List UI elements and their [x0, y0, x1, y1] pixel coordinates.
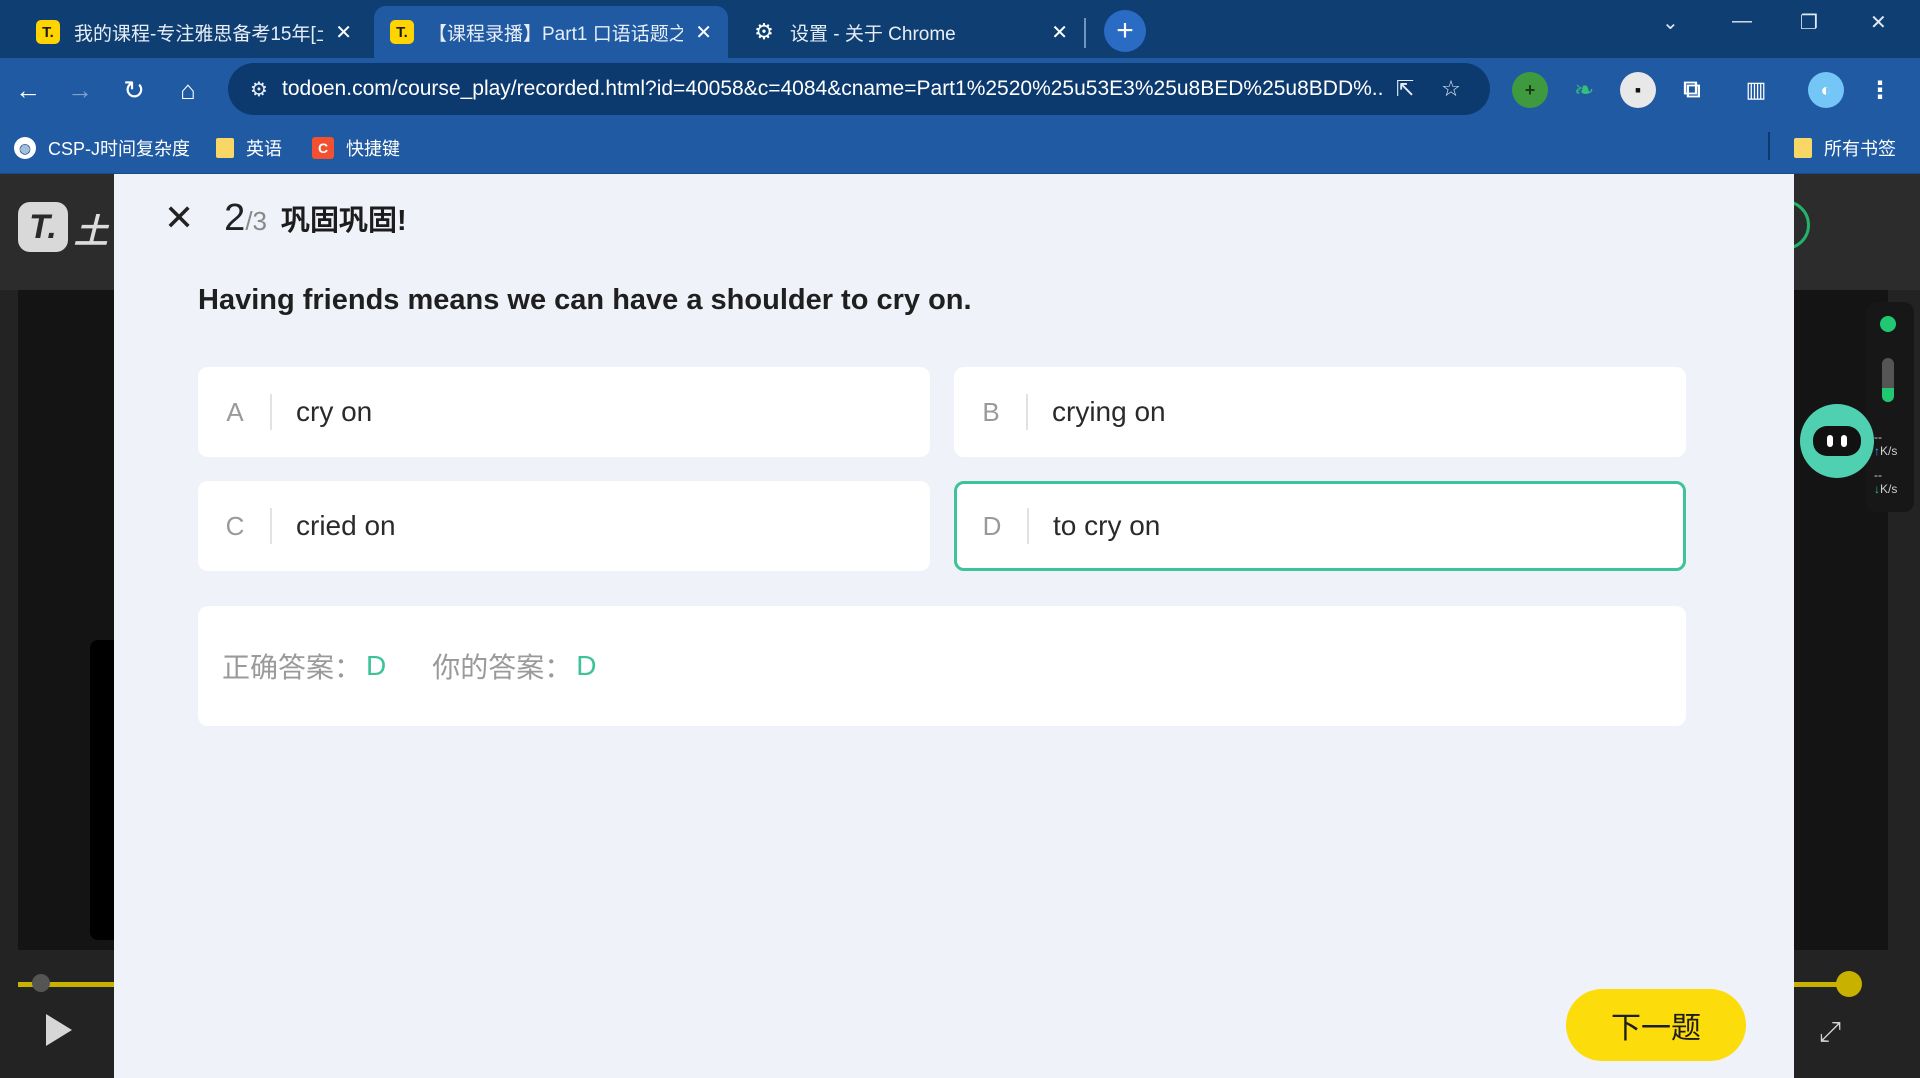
option-letter: C [225, 510, 245, 541]
question-sentence: Having friends means we can have a shoul… [198, 284, 972, 316]
bookmark-divider [1768, 132, 1770, 160]
option-text: cry on [296, 396, 373, 427]
forward-icon[interactable]: → [60, 70, 100, 110]
quiz-modal: ✕ 2 /3 巩固巩固! Having friends means we can… [114, 174, 1794, 1078]
status-dot-icon [1880, 316, 1896, 332]
tab-close-icon[interactable]: ✕ [335, 20, 352, 45]
bookmark-label: 快捷键 [346, 139, 400, 159]
upload-speed-unit: K/s [1880, 444, 1898, 458]
level-bar [1882, 358, 1894, 402]
todoen-favicon-icon: T. [390, 20, 414, 44]
option-divider [270, 508, 272, 544]
option-divider [270, 394, 272, 430]
todoen-logo: T. [18, 202, 68, 252]
extension-robot-icon[interactable]: ▪ [1620, 72, 1656, 108]
site-info-icon[interactable]: ⚙ [236, 77, 282, 102]
tab-divider [1084, 18, 1086, 48]
bookmark-shortcuts[interactable]: C 快捷键 [312, 134, 400, 162]
bookmark-folder-english[interactable]: 英语 [216, 134, 282, 162]
quiz-header: ✕ 2 /3 巩固巩固! [164, 196, 407, 240]
progress-start-handle[interactable] [32, 974, 50, 992]
quiz-title: 巩固巩固! [281, 205, 407, 237]
folder-icon [216, 138, 234, 158]
upload-speed: -- ↑K/s [1874, 430, 1897, 458]
bookmark-star-icon[interactable]: ☆ [1428, 76, 1474, 102]
share-icon[interactable]: ⇱ [1382, 76, 1428, 102]
tab-title: 我的课程-专注雅思备考15年[土 [74, 23, 324, 45]
profile-avatar-icon[interactable]: ◐ [1808, 72, 1844, 108]
option-divider [1026, 394, 1028, 430]
fullscreen-icon[interactable]: ⤢ [1814, 1016, 1846, 1048]
your-answer-value: D [576, 650, 597, 681]
all-bookmarks-folder[interactable]: 所有书签 [1794, 134, 1896, 162]
download-speed-unit: K/s [1880, 482, 1898, 496]
extension-leaf-icon[interactable]: ❧ [1566, 72, 1602, 108]
answer-result: 正确答案： D 你的答案： D [198, 606, 1686, 726]
correct-answer-label: 正确答案： [222, 652, 363, 683]
c-logo-icon: C [312, 137, 334, 159]
option-divider [1027, 508, 1029, 544]
url-text[interactable]: todoen.com/course_play/recorded.html?id=… [282, 77, 1382, 101]
option-c[interactable]: C cried on [198, 481, 930, 571]
robot-eye [1827, 435, 1833, 447]
download-speed: -- ↓K/s [1874, 468, 1897, 496]
todoen-favicon-icon: T. [36, 20, 60, 44]
robot-face [1813, 426, 1861, 456]
reload-icon[interactable]: ↻ [114, 70, 154, 110]
tab-my-courses[interactable]: T. 我的课程-专注雅思备考15年[土 ✕ [20, 6, 368, 58]
option-letter: A [226, 396, 244, 427]
folder-icon [1794, 138, 1812, 158]
tab-title: 设置 - 关于 Chrome [790, 23, 956, 45]
address-bar[interactable]: ⚙ todoen.com/course_play/recorded.html?i… [228, 63, 1490, 115]
window-close-icon[interactable]: ✕ [1870, 10, 1887, 35]
new-tab-button[interactable]: + [1104, 10, 1146, 52]
correct-answer-value: D [366, 650, 387, 681]
restore-icon[interactable]: ❐ [1800, 10, 1818, 35]
tab-title: 【课程录播】Part1 口语话题之 [428, 23, 684, 45]
bookmark-label: 所有书签 [1824, 139, 1896, 159]
extension-plus-icon[interactable]: + [1512, 72, 1548, 108]
bookmark-csp[interactable]: ◍ CSP-J时间复杂度 [14, 134, 190, 162]
bookmark-label: CSP-J时间复杂度 [48, 139, 191, 159]
navigation-toolbar: ← → ↻ ⌂ ⚙ todoen.com/course_play/recorde… [0, 58, 1920, 122]
tab-close-icon[interactable]: ✕ [1051, 20, 1068, 45]
progress-handle[interactable] [1836, 971, 1862, 997]
home-icon[interactable]: ⌂ [168, 70, 208, 110]
download-speed-value: -- [1874, 468, 1882, 482]
option-letter: B [982, 396, 1000, 427]
tab-search-icon[interactable]: ⌄ [1662, 10, 1679, 35]
your-answer-label: 你的答案： [432, 652, 573, 683]
level-fill [1882, 388, 1894, 402]
option-text: cried on [296, 510, 396, 541]
minimize-icon[interactable]: — [1732, 10, 1752, 33]
next-question-button[interactable]: 下一题 [1566, 989, 1746, 1061]
upload-speed-value: -- [1874, 430, 1882, 444]
logo-text: 土 [74, 213, 108, 251]
option-letter: D [982, 510, 1002, 541]
question-total: /3 [245, 206, 267, 236]
close-icon[interactable]: ✕ [164, 196, 194, 240]
bookmark-label: 英语 [246, 139, 282, 159]
menu-kebab-icon[interactable]: ⋮ [1862, 72, 1898, 108]
play-icon[interactable] [46, 1014, 72, 1046]
bookmarks-bar: ◍ CSP-J时间复杂度 英语 C 快捷键 所有书签 [0, 122, 1920, 174]
option-a[interactable]: A cry on [198, 367, 930, 457]
tab-close-icon[interactable]: ✕ [695, 20, 712, 45]
tab-course-recording[interactable]: T. 【课程录播】Part1 口语话题之 ✕ [374, 6, 728, 58]
gear-icon: ⚙ [754, 19, 774, 44]
globe-icon: ◍ [14, 137, 36, 159]
question-current: 2 [224, 197, 246, 239]
back-icon[interactable]: ← [8, 70, 48, 110]
option-d[interactable]: D to cry on [954, 481, 1686, 571]
option-text: crying on [1052, 396, 1166, 427]
tab-chrome-settings[interactable]: ⚙ 设置 - 关于 Chrome ✕ [736, 6, 1084, 58]
option-text: to cry on [1053, 510, 1161, 541]
robot-eye [1841, 435, 1847, 447]
option-b[interactable]: B crying on [954, 367, 1686, 457]
assistant-robot-icon[interactable] [1800, 404, 1874, 478]
side-panel-icon[interactable]: ▥ [1738, 72, 1774, 108]
extensions-puzzle-icon[interactable]: ⧉ [1674, 72, 1710, 108]
tab-strip: T. 我的课程-专注雅思备考15年[土 ✕ T. 【课程录播】Part1 口语话… [0, 0, 1920, 58]
